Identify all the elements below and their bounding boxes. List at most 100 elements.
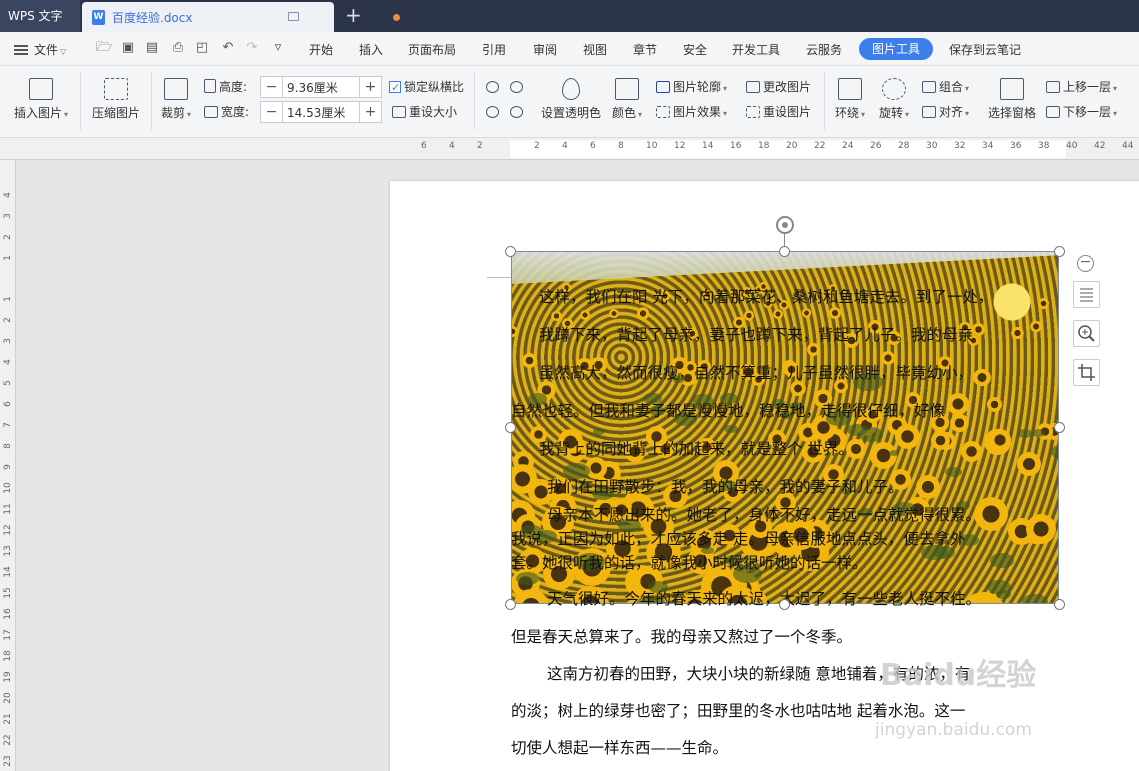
decrease-brightness-button[interactable] <box>510 103 526 121</box>
tab-sections[interactable]: 章节 <box>633 41 657 58</box>
crop-picture-button[interactable] <box>1073 359 1100 386</box>
height-increase-button[interactable]: + <box>359 77 381 97</box>
increase-contrast-button[interactable] <box>486 78 502 96</box>
decrease-contrast-button[interactable] <box>510 78 526 96</box>
change-picture-button[interactable]: 更改图片 <box>746 78 811 96</box>
sunflower <box>915 474 940 500</box>
file-menu-label: 文件 <box>34 43 59 57</box>
resize-handle-top-right[interactable] <box>1054 246 1065 257</box>
ruler-tick-label: 15 <box>3 587 13 599</box>
selection-pane-label: 选择窗格 <box>987 106 1036 120</box>
align-icon <box>922 106 936 118</box>
width-decrease-button[interactable]: − <box>261 102 283 122</box>
ruler-tick-label: 18 <box>758 141 770 151</box>
tab-security[interactable]: 安全 <box>683 41 707 58</box>
resize-handle-bottom-right[interactable] <box>1054 599 1065 610</box>
tab-view[interactable]: 视图 <box>583 41 607 58</box>
ruler-tick-label: 20 <box>786 141 798 151</box>
print-icon[interactable]: ⎙ <box>170 40 186 56</box>
reset-size-button[interactable]: 重设大小 <box>392 103 457 121</box>
ruler-tick-label: 6 <box>3 401 13 407</box>
lock-aspect-ratio-checkbox[interactable]: 锁定纵横比 <box>389 78 464 97</box>
height-value[interactable]: 9.36厘米 <box>287 79 338 96</box>
insert-picture-button[interactable]: 插入图片 ▾ <box>10 78 72 121</box>
text-line: 但是春天总算来了。我的母亲又熬过了一个冬季。 <box>511 628 853 646</box>
height-decrease-button[interactable]: − <box>261 77 283 97</box>
tab-cloud-service[interactable]: 云服务 <box>806 41 842 58</box>
increase-brightness-button[interactable] <box>486 103 502 121</box>
resize-handle-bottom-left[interactable] <box>505 599 516 610</box>
set-transparent-color-button[interactable]: 设置透明色 <box>538 78 604 121</box>
layout-options-button[interactable] <box>1073 281 1100 308</box>
vertical-ruler[interactable]: 4 3 2 1 1 2 3 4 5 6 7 8 9 10 11 12 13 14 15 16 17 18 19 20 21 22 2… <box>0 160 16 771</box>
horizontal-ruler[interactable]: 6 4 2 2 4 6 8 10 12 14 16 18 20 22 24 26 28 30 32 34 36 38 40 4… <box>0 138 1139 160</box>
send-backward-button[interactable]: 下移一层 ▾ <box>1046 103 1117 121</box>
unsaved-indicator-icon[interactable] <box>393 14 400 21</box>
wrap-text-button[interactable]: 环绕 ▾ <box>832 78 868 121</box>
ruler-tick-label: 10 <box>3 482 13 494</box>
resize-handle-top[interactable] <box>779 246 790 257</box>
ruler-tick-label: 10 <box>646 141 658 151</box>
change-picture-icon <box>746 81 760 93</box>
resize-handle-top-left[interactable] <box>505 246 516 257</box>
sunflower <box>551 310 563 322</box>
resize-handle-left[interactable] <box>505 422 516 433</box>
zoom-picture-button[interactable] <box>1073 320 1100 347</box>
ruler-tick-label: 14 <box>3 566 13 578</box>
customize-toolbar-icon[interactable]: ▿ <box>270 40 286 56</box>
width-increase-button[interactable]: + <box>359 102 381 122</box>
sunflower <box>1025 513 1056 544</box>
tab-save-to-cloud-notes[interactable]: 保存到云笔记 <box>949 41 1021 58</box>
monitor-icon[interactable] <box>288 12 299 21</box>
divider <box>80 72 81 130</box>
leaf <box>1017 429 1033 439</box>
redo-icon[interactable]: ↷ <box>244 40 260 56</box>
width-spinner[interactable]: − 14.53厘米 + <box>260 101 382 123</box>
ruler-tick-label: 38 <box>1038 141 1050 151</box>
wrap-text-label: 环绕 <box>834 106 859 120</box>
tab-review[interactable]: 审阅 <box>533 41 557 58</box>
text-line: 母亲本不愿出来的。她老了，身体不好，走远一点就觉得很累。 <box>547 506 982 524</box>
rotate-button[interactable]: 旋转 ▾ <box>876 78 912 121</box>
undo-icon[interactable]: ↶ <box>220 40 236 56</box>
color-label: 颜色 <box>611 106 636 120</box>
reset-picture-button[interactable]: 重设图片 <box>746 103 811 121</box>
selection-pane-button[interactable]: 选择窗格 <box>986 78 1038 121</box>
export-pdf-icon[interactable]: ▤ <box>144 40 160 56</box>
open-folder-icon[interactable]: 🗁 <box>96 40 112 56</box>
app-name[interactable]: WPS 文字 <box>0 0 80 32</box>
print-preview-icon[interactable]: ◰ <box>194 40 210 56</box>
tab-page-layout[interactable]: 页面布局 <box>408 41 456 58</box>
save-icon[interactable]: ▣ <box>120 40 136 56</box>
width-value[interactable]: 14.53厘米 <box>287 104 345 121</box>
rotate-handle-icon[interactable] <box>776 216 794 234</box>
tab-developer[interactable]: 开发工具 <box>732 41 780 58</box>
compress-picture-button[interactable]: 压缩图片 <box>88 78 144 121</box>
compress-picture-label: 压缩图片 <box>91 106 140 120</box>
tab-references[interactable]: 引用 <box>482 41 506 58</box>
sunflower <box>895 424 920 449</box>
resize-handle-right[interactable] <box>1054 422 1065 433</box>
bring-forward-button[interactable]: 上移一层 ▾ <box>1046 78 1117 96</box>
contrast-up-icon <box>486 81 499 93</box>
crop-icon <box>164 78 188 100</box>
file-menu[interactable]: 文件 ▽ <box>14 41 66 58</box>
tab-picture-tools[interactable]: 图片工具 <box>859 38 933 60</box>
tab-start[interactable]: 开始 <box>309 41 333 58</box>
picture-outline-button[interactable]: 图片轮廓 ▾ <box>656 78 727 96</box>
group-button[interactable]: 组合 ▾ <box>922 78 969 96</box>
menu-bar: 文件 ▽ 🗁 ▣ ▤ ⎙ ◰ ↶ ↷ ▿ 开始 插入 页面布局 引用 审阅 视图 … <box>0 32 1139 66</box>
document-tab[interactable]: W 百度经验.docx <box>82 2 400 32</box>
tab-insert[interactable]: 插入 <box>359 41 383 58</box>
height-spinner[interactable]: − 9.36厘米 + <box>260 76 382 98</box>
align-button[interactable]: 对齐 ▾ <box>922 103 969 121</box>
crop-button[interactable]: 裁剪 ▾ <box>158 78 194 121</box>
margin-marker <box>487 277 511 278</box>
color-button[interactable]: 颜色 ▾ <box>608 78 646 121</box>
picture-effects-button[interactable]: 图片效果 ▾ <box>656 103 727 121</box>
new-tab-button[interactable]: + <box>345 4 362 26</box>
ruler-tick-label: 8 <box>618 141 624 151</box>
ruler-tick-label: 7 <box>3 422 13 428</box>
resize-handle-bottom[interactable] <box>779 599 790 610</box>
collapse-tools-button[interactable]: − <box>1077 255 1094 272</box>
